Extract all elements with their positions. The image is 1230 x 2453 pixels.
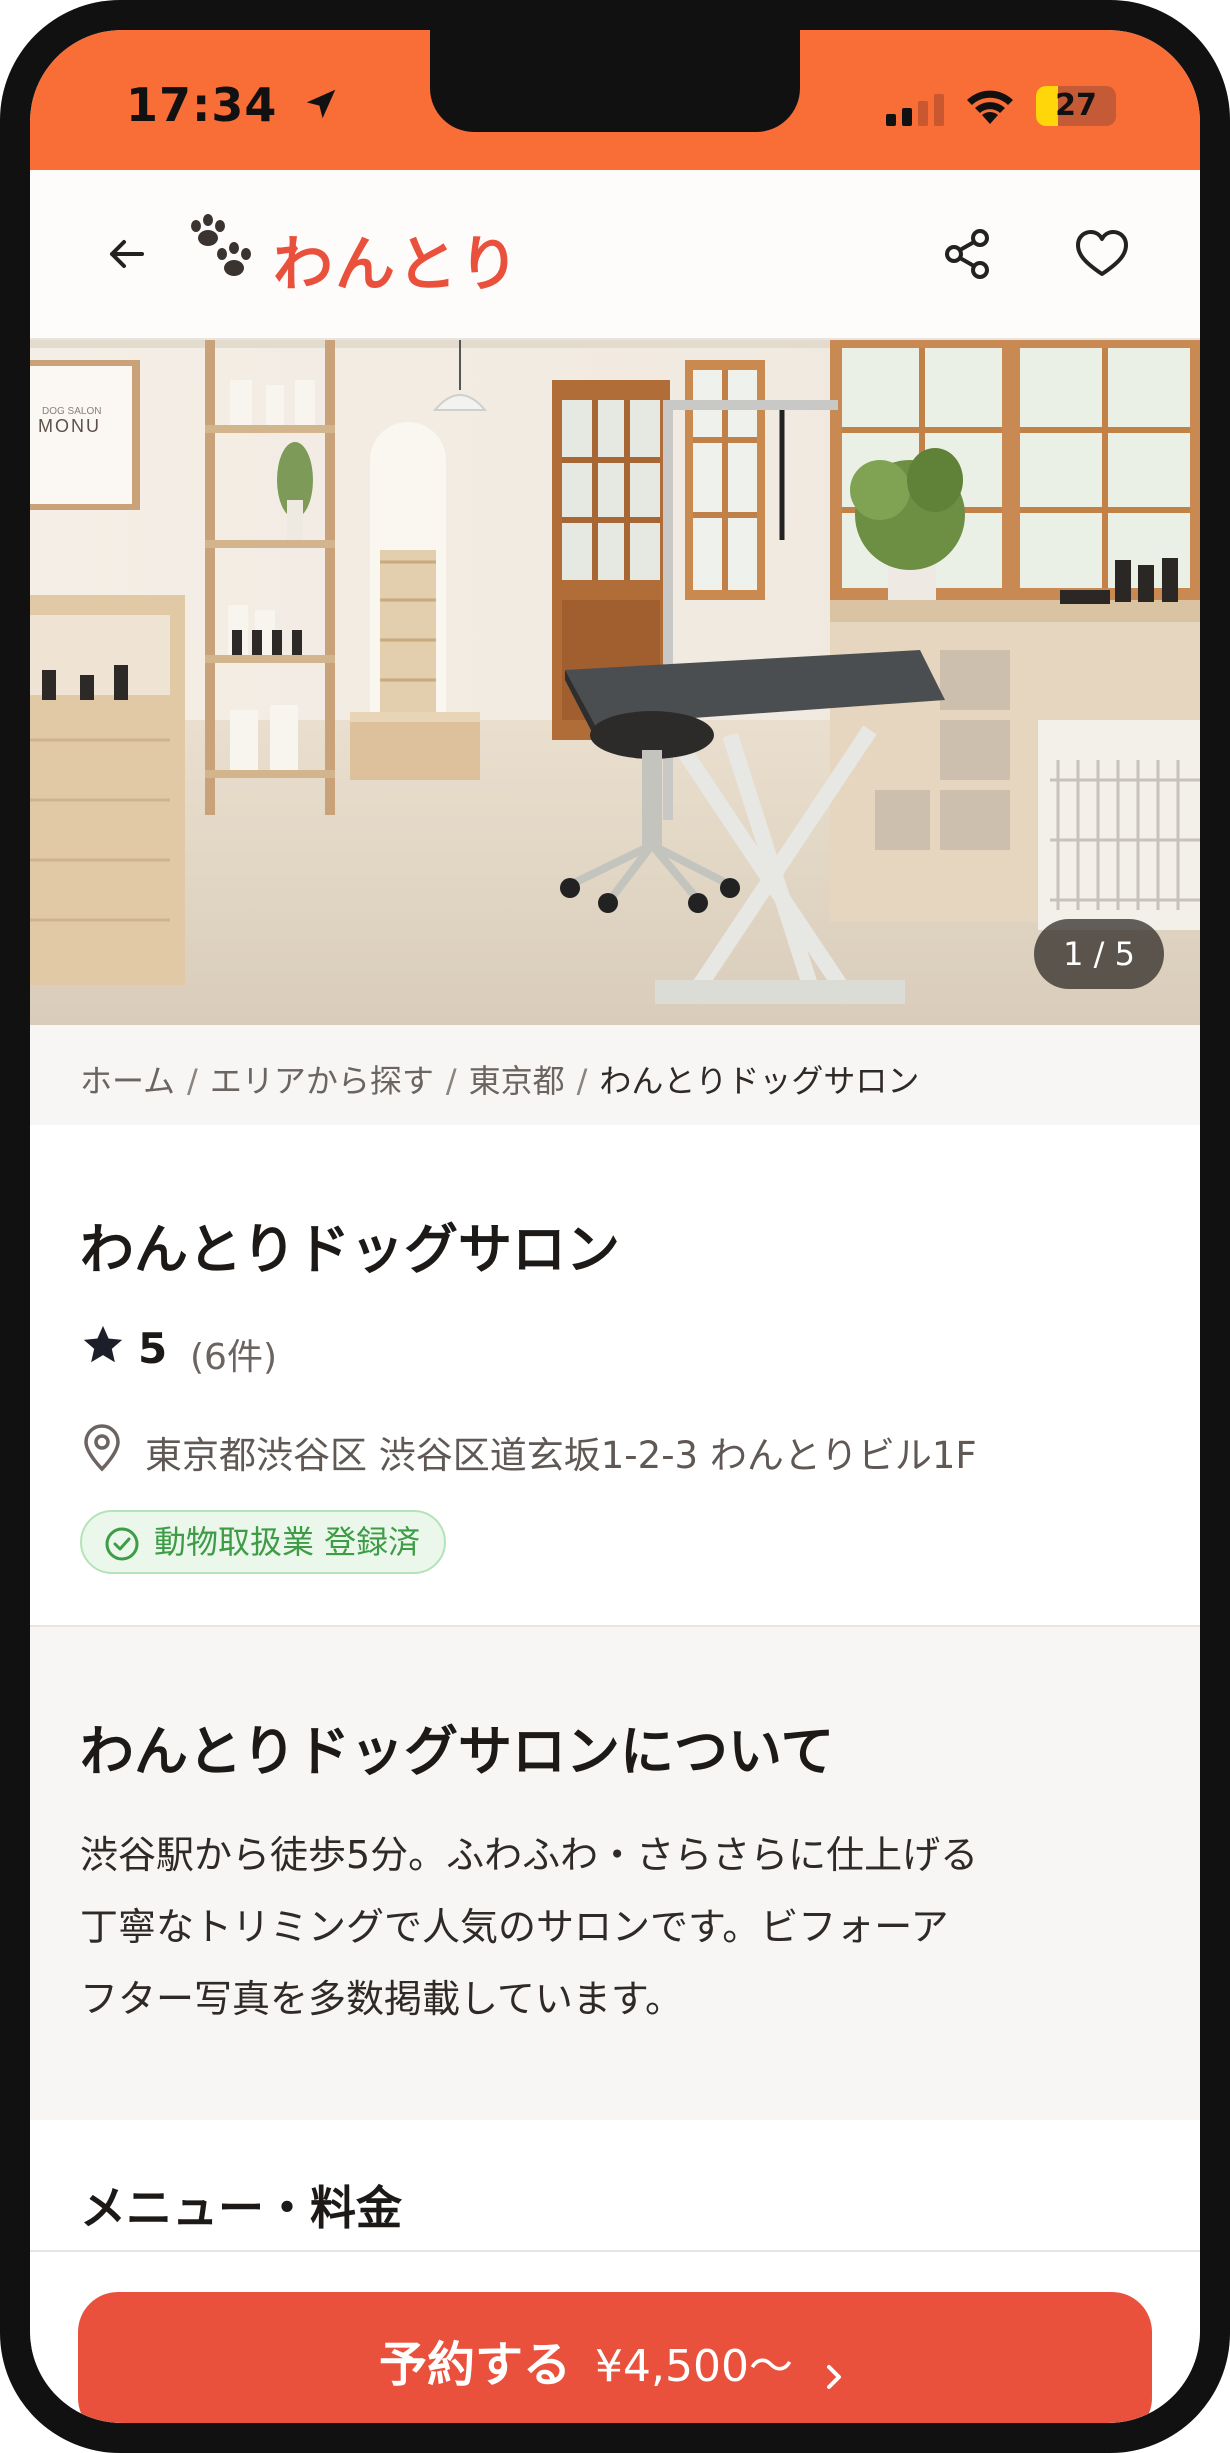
map-pin-icon [84,1424,120,1472]
address-text: 東京都渋谷区 渋谷区道玄坂1-2-3 わんとりビル1F [145,1434,977,1477]
phone-frame: 17:34 27 わんとり DOG SALON MONU 1 / 5 ホーム /… [0,0,1230,2453]
frame-sign-large: MONU [38,416,101,436]
check-circle-icon [105,1527,139,1561]
about-description: 渋谷駅から徒歩5分。ふわふわ・さらさらに仕上げる 丁寧なトリミングで人気のサロン… [80,1819,1170,2035]
share-icon[interactable] [936,222,1000,286]
paw-logo-icon [191,214,251,276]
battery-percent: 27 [1055,88,1097,123]
breadcrumb-home[interactable]: ホーム [80,1062,175,1100]
breadcrumb-area[interactable]: エリアから探す [210,1062,434,1100]
badge-text: 動物取扱業 登録済 [154,1523,421,1561]
salon-name: わんとりドッグサロン [80,1218,620,1281]
star-icon [83,1325,123,1363]
about-section: わんとりドッグサロンについて 渋谷駅から徒歩5分。ふわふわ・さらさらに仕上げる … [30,1627,1200,2120]
rating-score: 5 [138,1324,168,1373]
about-line: 渋谷駅から徒歩5分。ふわふわ・さらさらに仕上げる [80,1833,979,1877]
breadcrumb-current: わんとりドッグサロン [599,1062,920,1100]
reserve-button[interactable]: 予約する ¥4,500〜 [78,2292,1152,2423]
bottom-action-bar: 予約する ¥4,500〜 [30,2250,1200,2423]
breadcrumb-separator: / [445,1062,457,1100]
menu-title: メニュー・料金 [80,2181,402,2235]
app-logo-text[interactable]: わんとり [273,216,521,303]
breadcrumb: ホーム / エリアから探す / 東京都 / わんとりドッグサロン [30,1025,1200,1125]
about-line: 丁寧なトリミングで人気のサロンです。ビフォーア [80,1905,949,1949]
status-time-text: 17:34 [126,78,278,132]
breadcrumb-separator: / [187,1062,198,1100]
notch [430,30,800,132]
salon-interior-photo: DOG SALON MONU [30,340,1200,1025]
about-line: フター写真を多数掲載しています。 [80,1977,684,2021]
about-title: わんとりドッグサロンについて [80,1720,835,1783]
photo-counter: 1 / 5 [1034,919,1164,989]
status-bar: 17:34 27 [30,30,1200,170]
wifi-icon [967,90,1013,124]
review-count: (6件) [190,1337,277,1378]
battery-indicator: 27 [1036,86,1116,126]
cellular-signal-icon [886,94,944,126]
app-header: わんとり [30,170,1200,340]
salon-info: わんとりドッグサロン 5 (6件) 東京都渋谷区 渋谷区道玄坂1-2-3 わんと… [30,1125,1200,1625]
registration-badge: 動物取扱業 登録済 [80,1510,447,1574]
heart-icon[interactable] [1070,222,1134,286]
back-arrow-icon[interactable] [96,224,156,284]
reserve-button-label: 予約する [379,2337,572,2393]
salon-photo[interactable]: DOG SALON MONU 1 / 5 [30,340,1200,1025]
status-time: 17:34 [126,78,340,132]
location-arrow-icon [307,89,336,119]
screen: 17:34 27 わんとり DOG SALON MONU 1 / 5 ホーム /… [30,30,1200,2423]
chevron-right-icon [826,2364,841,2389]
reserve-button-price: ¥4,500〜 [595,2341,793,2392]
breadcrumb-prefecture[interactable]: 東京都 [469,1062,565,1100]
breadcrumb-separator: / [576,1062,588,1100]
